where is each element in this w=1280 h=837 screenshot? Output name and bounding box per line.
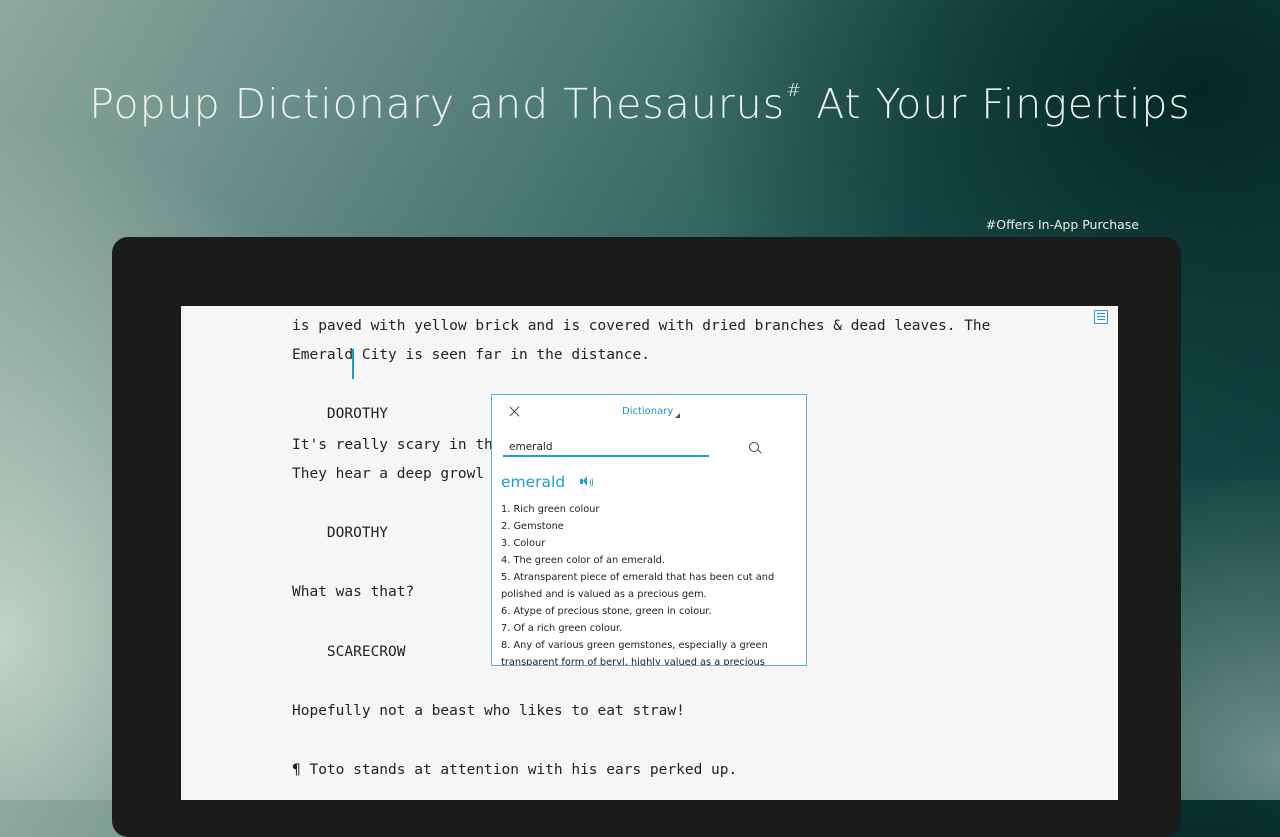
search-input[interactable] (503, 439, 709, 457)
mode-label: Dictionary (622, 406, 674, 417)
definition-item: 6. Atype of precious stone, green in col… (501, 606, 712, 617)
script-line[interactable]: It's really scary in th (292, 437, 493, 453)
character-cue[interactable]: DOROTHY (292, 406, 388, 422)
dictionary-popup: Dictionary emerald 1. Rich green colour … (491, 394, 807, 666)
action-line[interactable]: ¶ Toto stands at attention with his ears… (292, 762, 737, 778)
in-app-purchase-note: #Offers In-App Purchase (985, 217, 1139, 232)
definition-item: 8. Any of various green gemstones, espec… (501, 640, 768, 666)
speaker-icon[interactable] (580, 476, 593, 488)
script-line[interactable]: Emerald City is seen far in the distance… (292, 347, 650, 363)
script-line[interactable]: is paved with yellow brick and is covere… (292, 318, 990, 334)
headword: emerald (501, 473, 566, 491)
headline-tail: At Your Fingertips (802, 80, 1191, 128)
close-icon[interactable] (508, 405, 522, 419)
headline-text: Popup Dictionary and Thesaurus (89, 80, 786, 128)
headline-mark: # (786, 80, 803, 101)
mode-dropdown[interactable]: Dictionary (622, 406, 681, 418)
headline: Popup Dictionary and Thesaurus# At Your … (0, 80, 1280, 128)
character-cue[interactable]: SCARECROW (292, 644, 406, 660)
character-cue[interactable]: DOROTHY (292, 525, 388, 541)
definition-list: 1. Rich green colour 2. Gemstone 3. Colo… (501, 501, 797, 666)
notes-icon[interactable] (1094, 310, 1108, 324)
dialogue-line[interactable]: Hopefully not a beast who likes to eat s… (292, 703, 685, 719)
text-cursor (352, 349, 354, 379)
dialogue-line[interactable]: What was that? (292, 584, 414, 600)
dropdown-triangle-icon (675, 413, 681, 418)
search-icon[interactable] (748, 441, 762, 455)
definition-item: 2. Gemstone (501, 521, 564, 532)
script-line[interactable]: They hear a deep growl (292, 466, 484, 482)
definition-item: 3. Colour (501, 538, 546, 549)
definition-item: 5. Atransparent piece of emerald that ha… (501, 572, 775, 600)
definition-item: 4. The green color of an emerald. (501, 555, 666, 566)
definition-item: 1. Rich green colour (501, 504, 600, 515)
definition-item: 7. Of a rich green colour. (501, 623, 623, 634)
